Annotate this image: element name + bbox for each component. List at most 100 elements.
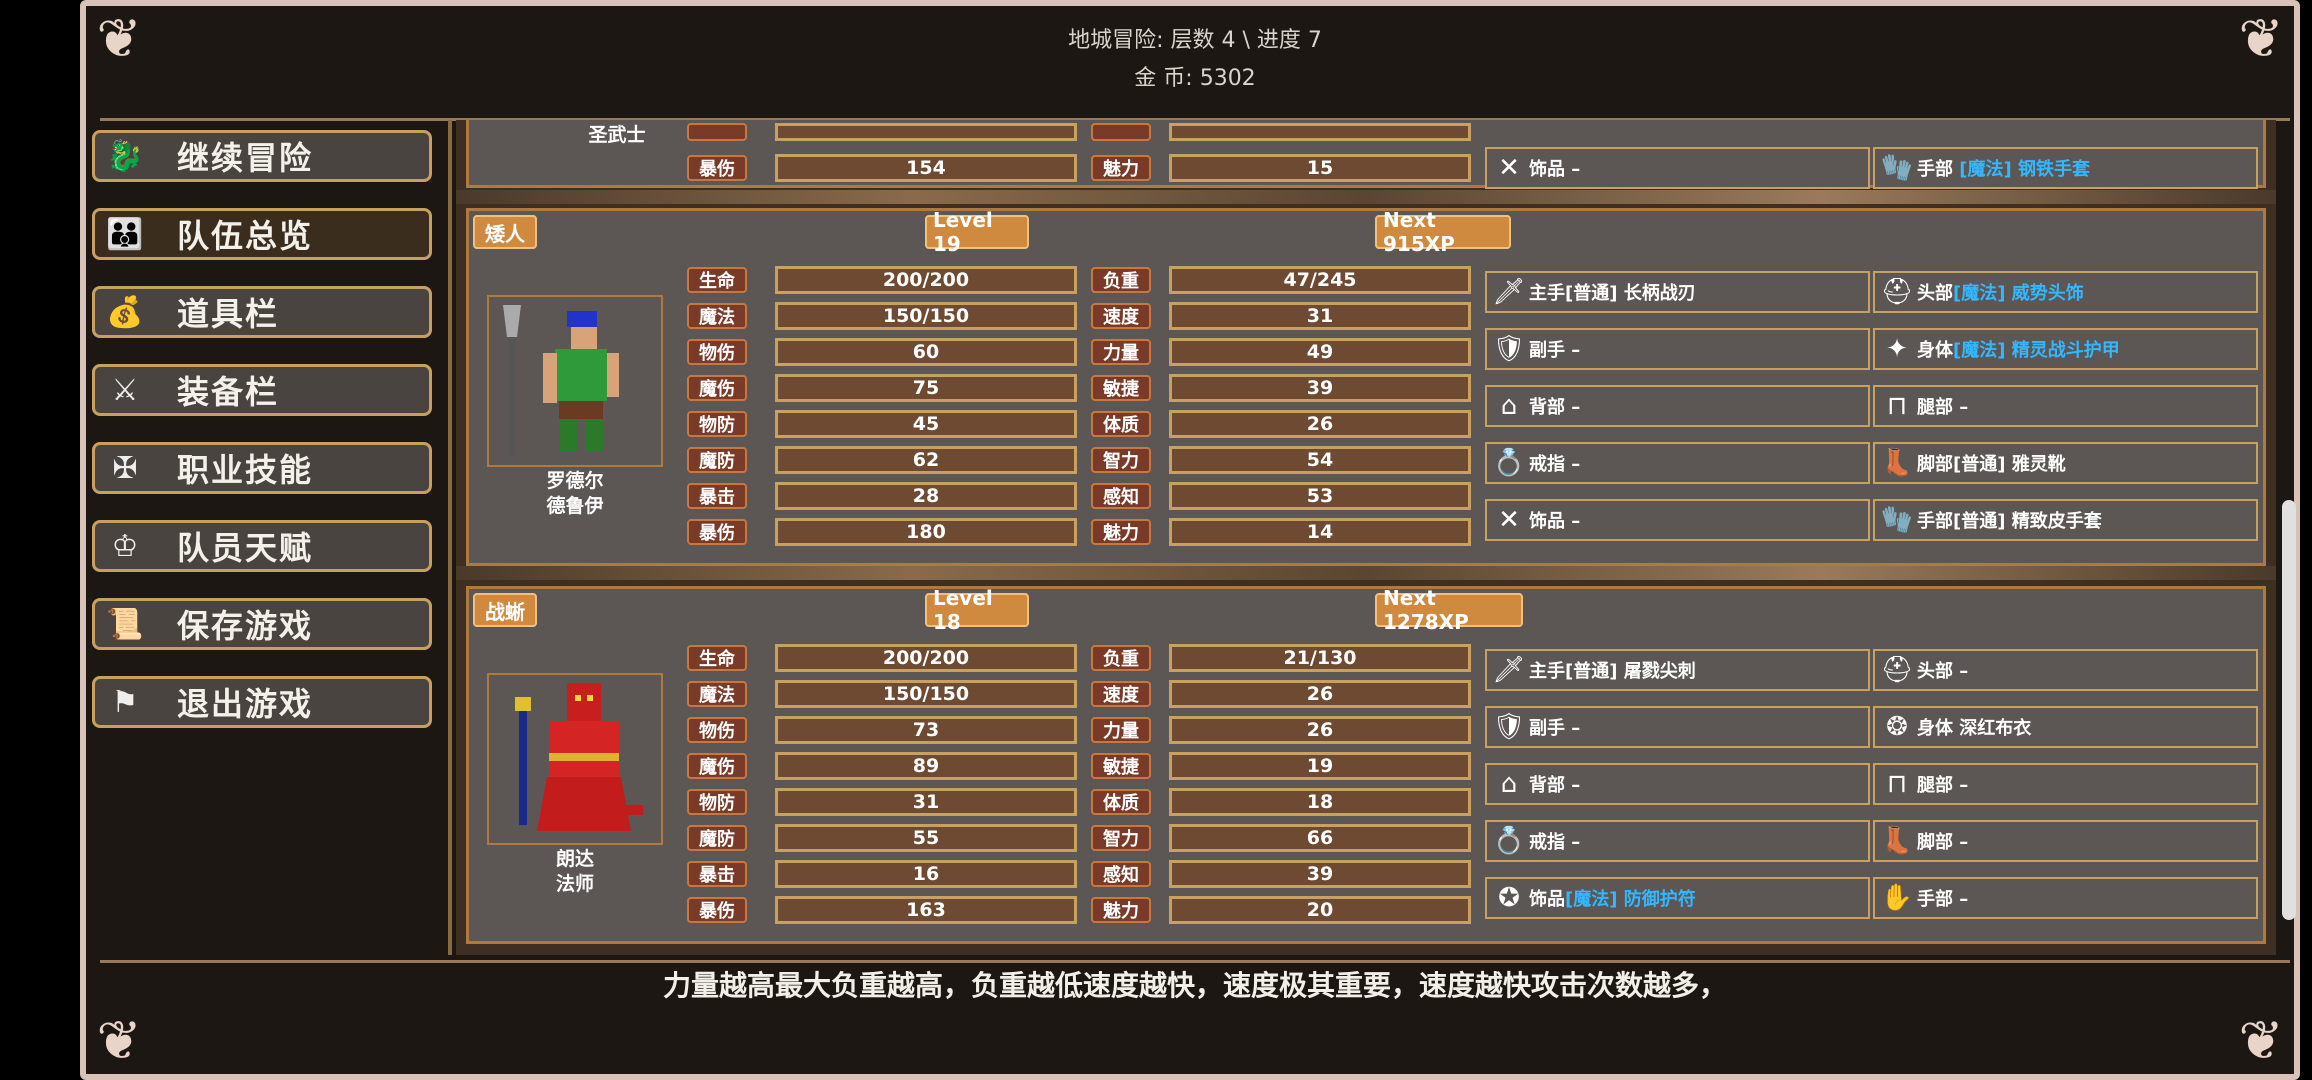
equip-slot-hands[interactable]: 🧤 手部 [魔法] 钢铁手套 xyxy=(1873,147,2258,189)
character-panel[interactable]: 战蜥 Level 18 Next 1278XP 朗达 法师 生命 魔法 物伤 魔… xyxy=(466,586,2266,944)
race-tag: 矮人 xyxy=(473,215,537,249)
stat-label: 魅力 xyxy=(1091,519,1151,545)
equip-slot-accessory[interactable]: ✪ 饰品[魔法] 防御护符 xyxy=(1485,877,1870,919)
druid-sprite-icon xyxy=(503,305,619,457)
character-panel[interactable]: 矮人 Level 19 Next 915XP 罗德尔 德鲁伊 生命 魔法 物伤 … xyxy=(466,208,2266,566)
stat-label: 感知 xyxy=(1091,861,1151,887)
member-talents-button[interactable]: ♔ 队员天赋 xyxy=(92,520,432,572)
character-panel-partial[interactable]: 圣武士 暴伤 154 魅力 15 ✕ 饰品 – 🧤 手部 [魔法] 钢铁手套 xyxy=(466,120,2266,189)
stat-label: 生命 xyxy=(687,267,747,293)
equip-slot-mainhand[interactable]: 🗡 主手[普通] 屠戮尖刺 xyxy=(1485,649,1870,691)
stat-bar: 54 xyxy=(1169,446,1471,474)
equip-slot-feet[interactable]: 👢 脚部[普通] 雅灵靴 xyxy=(1873,442,2258,484)
stat-label: 暴击 xyxy=(687,861,747,887)
save-game-button[interactable]: 📜 保存游戏 xyxy=(92,598,432,650)
stat-bar: 14 xyxy=(1169,518,1471,546)
stat-label: 速度 xyxy=(1091,681,1151,707)
exit-game-button[interactable]: ⚑ 退出游戏 xyxy=(92,676,432,728)
race-tag: 战蜥 xyxy=(473,593,537,627)
stat-bar: 200/200 xyxy=(775,644,1077,672)
stat-bar: 49 xyxy=(1169,338,1471,366)
equip-slot-body[interactable]: ✦ 身体[魔法] 精灵战斗护甲 xyxy=(1873,328,2258,370)
equip-slot-body[interactable]: ❂ 身体 深红布衣 xyxy=(1873,706,2258,748)
equip-slot-ring[interactable]: 💍 戒指 – xyxy=(1485,442,1870,484)
character-portrait[interactable] xyxy=(487,295,663,467)
equip-slot-accessory[interactable]: ✕ 饰品 – xyxy=(1485,499,1870,541)
party-list[interactable]: 圣武士 暴伤 154 魅力 15 ✕ 饰品 – 🧤 手部 [魔法] 钢铁手套 矮… xyxy=(456,120,2276,955)
gauntlet-icon: 🧤 xyxy=(1880,153,1914,183)
equip-slot-back[interactable]: ⌂ 背部 – xyxy=(1485,763,1870,805)
stat-label: 敏捷 xyxy=(1091,753,1151,779)
stat-bar: 200/200 xyxy=(775,266,1077,294)
crossed-tools-icon: ✕ xyxy=(1498,153,1520,183)
stat-label: 魔伤 xyxy=(687,375,747,401)
stat-bar: 55 xyxy=(775,824,1077,852)
stat-label: 暴伤 xyxy=(687,519,747,545)
sword-shield-icon: ⚔ xyxy=(111,372,139,408)
stat-bar: 62 xyxy=(775,446,1077,474)
stat-label: 速度 xyxy=(1091,303,1151,329)
stat-bar: 19 xyxy=(1169,752,1471,780)
equip-slot-offhand[interactable]: 🛡 副手 – xyxy=(1485,328,1870,370)
equip-slot-hands[interactable]: 🧤 手部[普通] 精致皮手套 xyxy=(1873,499,2258,541)
stat-label: 暴伤 xyxy=(687,155,747,181)
stat-label: 生命 xyxy=(687,645,747,671)
party-overview-button[interactable]: 👪 队伍总览 xyxy=(92,208,432,260)
ring-icon: 💍 xyxy=(1492,448,1526,478)
next-xp-tag: Next 1278XP xyxy=(1375,586,1523,634)
helmet-icon: ⛑ xyxy=(1880,655,1914,685)
stat-bar: 180 xyxy=(775,518,1077,546)
equip-slot-head[interactable]: ⛑ 头部[魔法] 威势头饰 xyxy=(1873,271,2258,313)
scroll-icon: 📜 xyxy=(106,606,144,642)
equip-slot-hands[interactable]: ✋ 手部 – xyxy=(1873,877,2258,919)
character-name: 罗德尔 xyxy=(546,470,604,492)
stat-bar: 39 xyxy=(1169,374,1471,402)
stat-bar: 26 xyxy=(1169,410,1471,438)
character-class: 圣武士 xyxy=(588,124,646,146)
stat-label: 力量 xyxy=(1091,339,1151,365)
inventory-button[interactable]: 💰 道具栏 xyxy=(92,286,432,338)
character-class: 法师 xyxy=(555,873,594,895)
continue-adventure-button[interactable]: 🐉 继续冒险 xyxy=(92,130,432,182)
dragon-icon: 🐉 xyxy=(106,138,144,174)
winged-sword-icon: ✠ xyxy=(112,450,138,486)
equip-slot-legs[interactable]: ⊓ 腿部 – xyxy=(1873,385,2258,427)
equip-slot-offhand[interactable]: 🛡 副手 – xyxy=(1485,706,1870,748)
equip-slot-feet[interactable]: 👢 脚部 – xyxy=(1873,820,2258,862)
stat-label: 魔伤 xyxy=(687,753,747,779)
equip-slot-head[interactable]: ⛑ 头部 – xyxy=(1873,649,2258,691)
glove-icon: 🧤 xyxy=(1880,505,1914,535)
cape-icon: ⌂ xyxy=(1500,769,1518,799)
equip-slot-mainhand[interactable]: 🗡 主手[普通] 长柄战刃 xyxy=(1485,271,1870,313)
divider xyxy=(448,120,452,955)
character-portrait[interactable] xyxy=(487,673,663,845)
stat-label: 体质 xyxy=(1091,411,1151,437)
sidebar-menu: 🐉 继续冒险 👪 队伍总览 💰 道具栏 ⚔ 装备栏 ✠ 职业技能 ♔ 队员天赋 … xyxy=(92,130,432,754)
next-xp-tag: Next 915XP xyxy=(1375,208,1511,256)
class-skills-button[interactable]: ✠ 职业技能 xyxy=(92,442,432,494)
equip-slot-ring[interactable]: 💍 戒指 – xyxy=(1485,820,1870,862)
stat-bar: 150/150 xyxy=(775,302,1077,330)
character-class: 德鲁伊 xyxy=(546,495,604,517)
stat-bar: 26 xyxy=(1169,716,1471,744)
stat-label: 魔法 xyxy=(687,303,747,329)
equip-slot-back[interactable]: ⌂ 背部 – xyxy=(1485,385,1870,427)
stat-label: 暴伤 xyxy=(687,897,747,923)
stat-bar: 66 xyxy=(1169,824,1471,852)
panel-separator xyxy=(456,566,2276,580)
scrollbar[interactable] xyxy=(2282,500,2296,920)
header: 地城冒险: 层数 4 \ 进度 7 金 币: 5302 xyxy=(100,8,2290,121)
equip-slot-accessory[interactable]: ✕ 饰品 – xyxy=(1485,147,1870,189)
equip-slot-legs[interactable]: ⊓ 腿部 – xyxy=(1873,763,2258,805)
stat-bar: 18 xyxy=(1169,788,1471,816)
polearm-icon: 🗡 xyxy=(1492,277,1526,307)
robe-icon: ❂ xyxy=(1886,712,1908,742)
stat-bar: 150/150 xyxy=(775,680,1077,708)
helmet-icon: ⛑ xyxy=(1880,277,1914,307)
stat-bar: 73 xyxy=(775,716,1077,744)
crossed-tools-icon: ✕ xyxy=(1498,505,1520,535)
stat-label: 物伤 xyxy=(687,717,747,743)
legs-icon: ⊓ xyxy=(1886,769,1908,799)
stat-bar: 163 xyxy=(775,896,1077,924)
equipment-button[interactable]: ⚔ 装备栏 xyxy=(92,364,432,416)
